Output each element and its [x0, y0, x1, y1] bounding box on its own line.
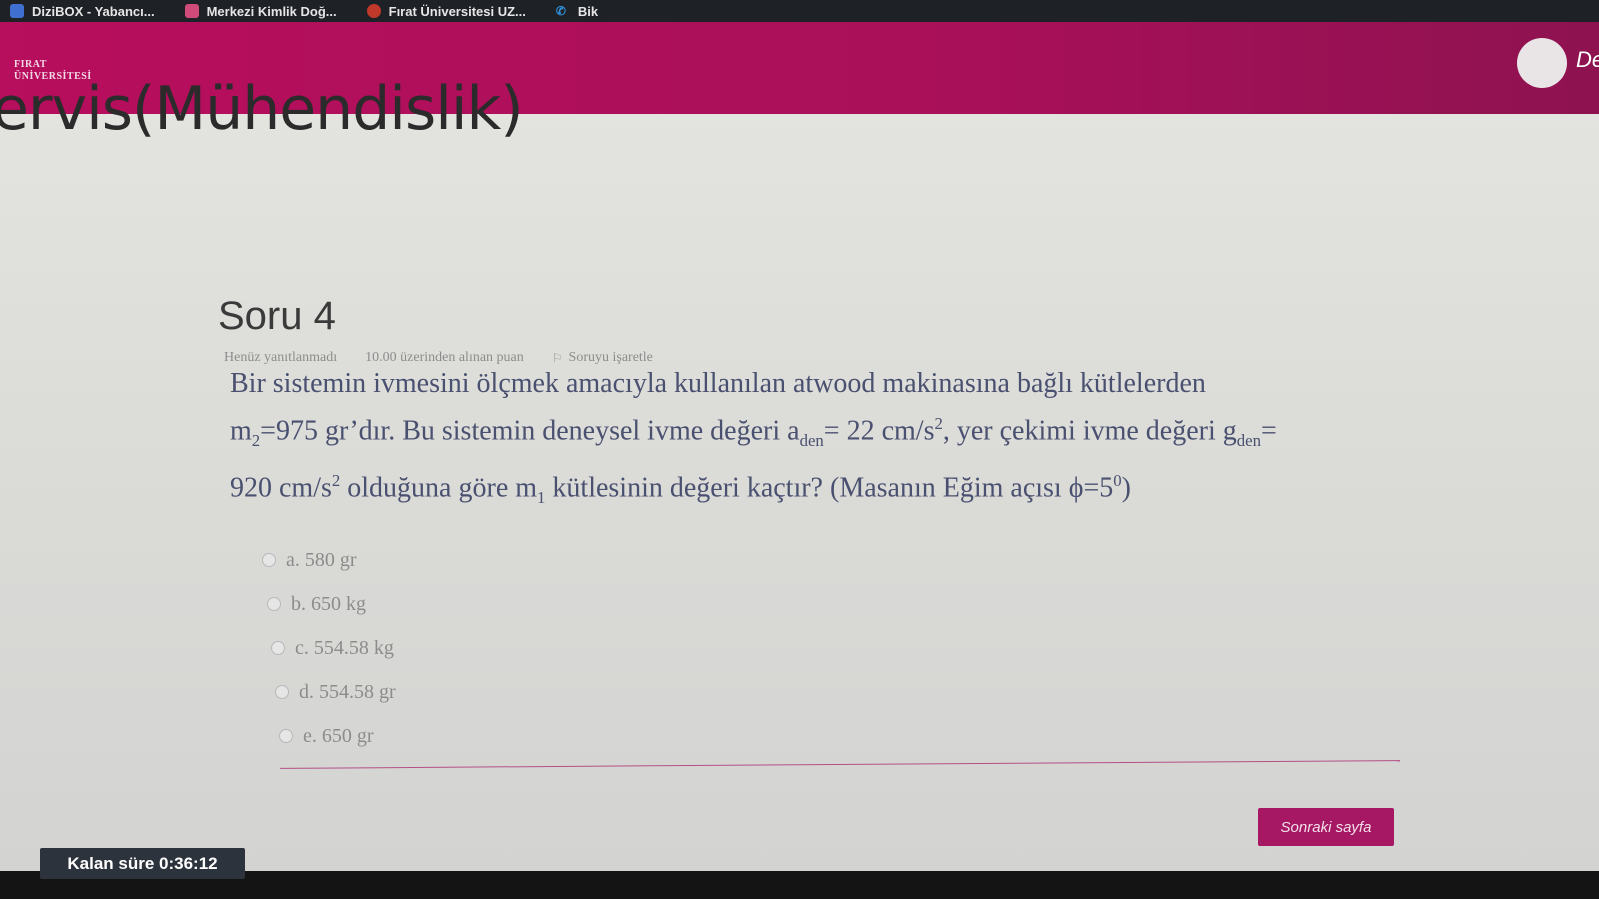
bookmark-label: Merkezi Kimlik Doğ... — [206, 3, 337, 19]
question-text-part: olduğuna göre m — [340, 472, 538, 504]
remaining-time: Kalan süre 0:36:12 — [40, 848, 245, 879]
answer-option-d[interactable]: d. 554.58 gr — [275, 670, 396, 714]
answer-option-c[interactable]: c. 554.58 kg — [271, 626, 396, 670]
question-text-part: = — [1261, 415, 1277, 447]
bookmark-label: DiziBOX - Yabancı... — [32, 3, 155, 19]
quiz-content: ervis(Mühendislik) Soru 4 Henüz yanıtlan… — [0, 74, 1599, 871]
bookmark-bik[interactable]: ✆ Bik — [556, 4, 598, 19]
user-name[interactable]: De — [1576, 47, 1599, 73]
university-icon — [366, 4, 381, 18]
answer-label: c. 554.58 kg — [295, 636, 394, 659]
question-text-part: ) — [1121, 472, 1131, 504]
bookmark-merkezi-kimlik[interactable]: Merkezi Kimlik Doğ... — [184, 3, 337, 19]
question-text-part: 920 cm/s — [230, 472, 332, 504]
radio-button[interactable] — [262, 553, 276, 567]
timer-value: 0:36:12 — [159, 853, 218, 873]
answer-options: a. 580 gr b. 650 kg c. 554.58 kg d. 554.… — [262, 538, 396, 758]
question-text-part: = 22 cm/s — [823, 415, 935, 447]
id-card-icon — [184, 4, 199, 18]
variable-m: m — [230, 415, 252, 447]
superscript: 0 — [1113, 470, 1122, 490]
question-line-1: Bir sistemin ivmesini ölçmek amacıyla ku… — [230, 364, 1460, 404]
question-line-3: 920 cm/s2 olduğuna göre m1 kütlesinin de… — [230, 461, 1460, 518]
question-line-2: m2=975 gr’dır. Bu sistemin deneysel ivme… — [230, 404, 1460, 461]
bookmark-firat-uzem[interactable]: Fırat Üniversitesi UZ... — [366, 3, 526, 19]
answer-option-a[interactable]: a. 580 gr — [262, 538, 396, 582]
divider — [280, 760, 1400, 769]
subscript: den — [1236, 430, 1261, 450]
phone-icon: ✆ — [555, 4, 566, 18]
bookmark-label: Fırat Üniversitesi UZ... — [388, 3, 526, 19]
question-text-part: , yer çekimi ivme değeri g — [942, 415, 1237, 447]
timer-label: Kalan süre — [67, 853, 155, 873]
bookmark-label: Bik — [577, 3, 599, 19]
logo-line-1: FIRAT — [14, 59, 47, 70]
superscript: 2 — [934, 414, 943, 433]
radio-button[interactable] — [271, 641, 285, 655]
answer-label: e. 650 gr — [303, 724, 374, 747]
answer-label: d. 554.58 gr — [299, 680, 396, 703]
next-page-button[interactable]: Sonraki sayfa — [1258, 808, 1394, 846]
radio-button[interactable] — [275, 685, 289, 699]
subscript: 2 — [251, 430, 261, 450]
question-text-part: kütlesinin değeri kaçtır? (Masanın Eğim … — [545, 472, 1114, 504]
course-title: ervis(Mühendislik) — [0, 74, 524, 144]
radio-button[interactable] — [279, 729, 293, 743]
answer-option-b[interactable]: b. 650 kg — [267, 582, 396, 626]
bookmark-dizibox[interactable]: DiziBOX - Yabancı... — [10, 4, 155, 19]
user-avatar[interactable] — [1517, 38, 1567, 88]
question-text: Bir sistemin ivmesini ölçmek amacıyla ku… — [230, 364, 1460, 518]
subscript: den — [799, 430, 824, 450]
question-text-part: =975 gr’dır. Bu sistemin deneysel ivme d… — [260, 415, 800, 447]
question-text-part: Bir sistemin ivmesini ölçmek amacıyla ku… — [230, 368, 1206, 399]
bookmarks-bar: DiziBOX - Yabancı... Merkezi Kimlik Doğ.… — [0, 0, 1599, 22]
answer-label: b. 650 kg — [291, 592, 366, 615]
answer-option-e[interactable]: e. 650 gr — [279, 714, 396, 758]
question-title: Soru 4 — [218, 294, 336, 338]
answer-label: a. 580 gr — [286, 548, 357, 571]
radio-button[interactable] — [267, 597, 281, 611]
bookmark-icon — [10, 4, 24, 18]
